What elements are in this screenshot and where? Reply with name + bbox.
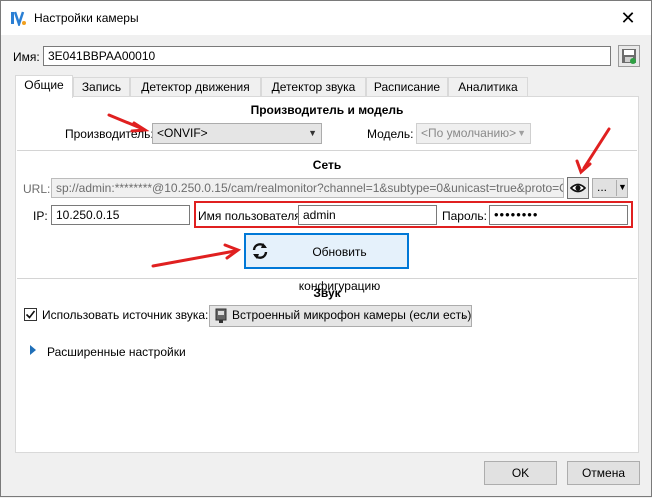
tab-sound-detector[interactable]: Детектор звука: [261, 77, 366, 97]
window-title: Настройки камеры: [34, 11, 139, 25]
chevron-down-icon: ⌄: [459, 311, 467, 321]
divider: [17, 150, 637, 151]
checkbox-checked-icon: [25, 310, 36, 319]
camera-settings-dialog: Настройки камеры ✕ Имя: 3E041BBPAA00010 …: [0, 0, 652, 497]
tab-schedule[interactable]: Расписание: [366, 77, 448, 97]
tab-motion-detector[interactable]: Детектор движения: [130, 77, 261, 97]
chevron-down-icon: ▼: [308, 128, 317, 138]
sound-source-select[interactable]: Встроенный микрофон камеры (если есть) ⌄: [209, 305, 472, 327]
ok-button[interactable]: OK: [484, 461, 557, 485]
ip-label: IP:: [33, 209, 48, 223]
refresh-configuration-button[interactable]: Обновить конфигурацию: [244, 233, 409, 293]
model-label: Модель:: [367, 127, 414, 141]
tab-general[interactable]: Общие: [15, 75, 73, 98]
network-section-title: Сеть: [312, 158, 342, 172]
chevron-down-icon: ▼: [517, 128, 526, 138]
model-value: <По умолчанию>: [421, 126, 517, 140]
manufacturer-select[interactable]: <ONVIF> ▼: [152, 123, 322, 144]
save-name-button[interactable]: [618, 45, 640, 67]
show-password-button[interactable]: [567, 177, 589, 199]
divider: [616, 180, 617, 196]
use-sound-source-label: Использовать источник звука:: [42, 308, 209, 322]
save-name-icon: [622, 49, 636, 64]
tab-analytics[interactable]: Аналитика: [448, 77, 528, 97]
tab-recording[interactable]: Запись: [73, 77, 130, 97]
manufacturer-label: Производитель:: [65, 127, 154, 141]
more-label: ...: [597, 180, 608, 194]
divider: [17, 278, 637, 279]
manufacturer-value: <ONVIF>: [157, 126, 208, 140]
url-input[interactable]: sp://admin:********@10.250.0.15/cam/real…: [51, 178, 564, 198]
name-input[interactable]: 3E041BBPAA00010: [43, 46, 611, 66]
chevron-down-icon: ▼: [618, 182, 627, 192]
sound-section-title: Звук: [313, 286, 341, 300]
credentials-highlight: [194, 201, 633, 228]
url-options-button[interactable]: ... ▼: [592, 178, 628, 198]
url-label: URL:: [23, 182, 51, 196]
app-logo-icon: [11, 11, 26, 26]
manufacturer-section-title: Производитель и модель: [250, 103, 404, 117]
advanced-settings-toggle[interactable]: Расширенные настройки: [47, 345, 186, 359]
use-sound-source-checkbox[interactable]: [24, 308, 37, 321]
ip-input[interactable]: 10.250.0.15: [51, 205, 190, 225]
close-icon[interactable]: ✕: [615, 5, 641, 31]
microphone-icon: [215, 308, 227, 323]
expand-triangle-icon[interactable]: [29, 345, 37, 355]
model-select[interactable]: <По умолчанию> ▼: [416, 123, 531, 144]
eye-icon: [570, 183, 586, 193]
refresh-icon: [252, 243, 268, 259]
title-bar: Настройки камеры ✕: [1, 1, 651, 35]
name-label: Имя:: [13, 50, 40, 64]
cancel-button[interactable]: Отмена: [567, 461, 640, 485]
sound-source-value: Встроенный микрофон камеры (если есть): [232, 308, 472, 322]
